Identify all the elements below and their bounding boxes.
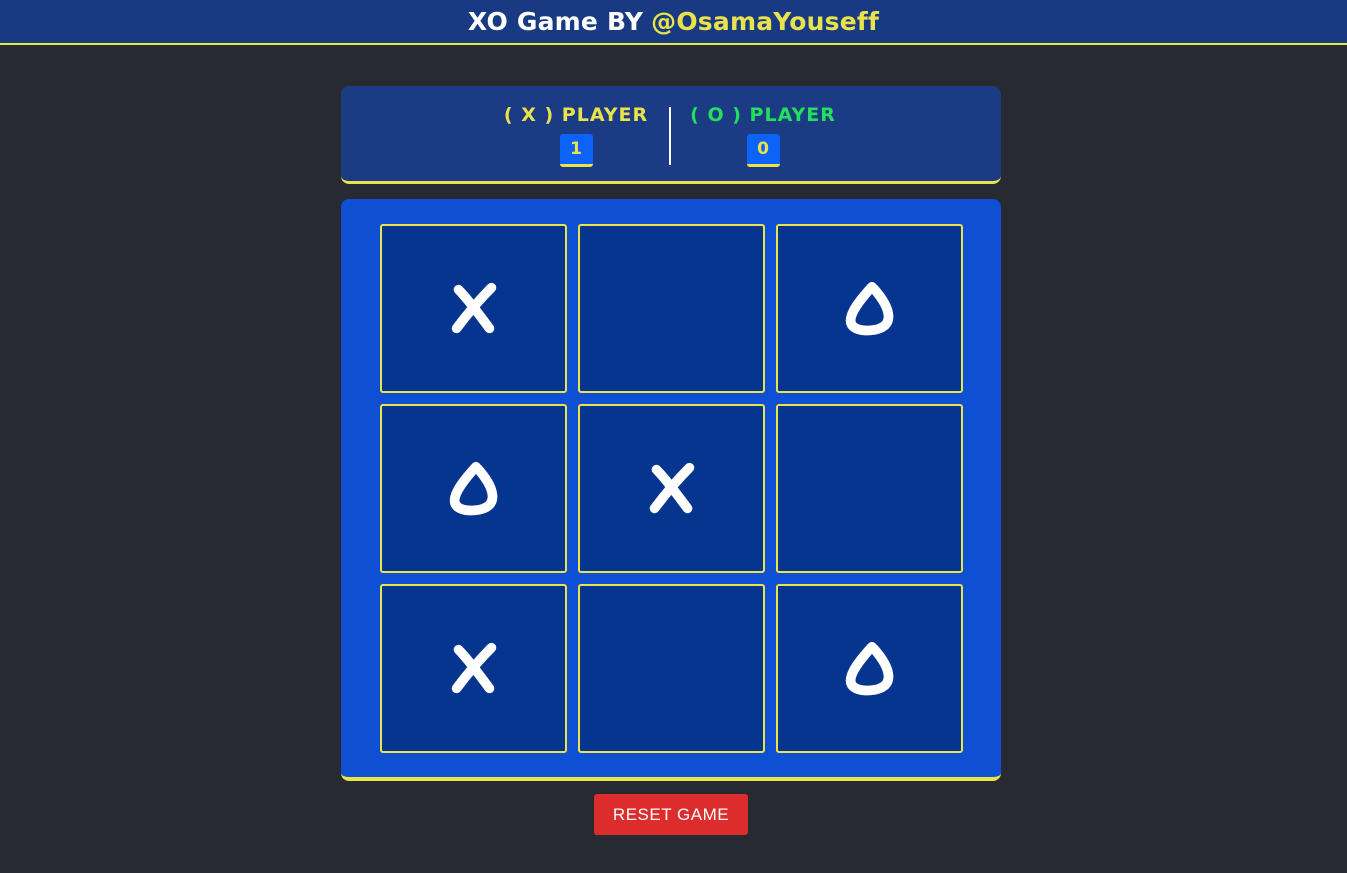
- board-cell-7[interactable]: [380, 584, 567, 753]
- board-cell-6[interactable]: [776, 404, 963, 573]
- o-player-label: ( O ) PLAYER: [690, 104, 836, 126]
- x-mark-icon: [649, 462, 694, 513]
- score-divider: [669, 107, 671, 165]
- board-cell-5[interactable]: [578, 404, 765, 573]
- board-cell-9[interactable]: [776, 584, 963, 753]
- score-panel: ( X ) PLAYER 1 ( O ) PLAYER 0: [341, 86, 1001, 184]
- o-score-value: 0: [746, 134, 780, 167]
- o-player-score: ( O ) PLAYER 0: [683, 104, 843, 167]
- game-board: [341, 199, 1001, 781]
- board-cell-3[interactable]: [776, 224, 963, 393]
- app-header: XO Game BY @OsamaYouseff: [0, 0, 1347, 45]
- board-cell-8[interactable]: [578, 584, 765, 753]
- o-mark-icon: [449, 461, 497, 515]
- x-mark-icon: [451, 282, 496, 333]
- x-mark-icon: [451, 642, 496, 693]
- board-cell-2[interactable]: [578, 224, 765, 393]
- board-cell-1[interactable]: [380, 224, 567, 393]
- author-handle: @OsamaYouseff: [651, 7, 880, 36]
- o-mark-icon: [845, 281, 893, 335]
- x-score-value: 1: [559, 134, 593, 167]
- x-player-label: ( X ) PLAYER: [503, 104, 649, 126]
- board-cell-4[interactable]: [380, 404, 567, 573]
- reset-game-button[interactable]: RESET GAME: [594, 794, 748, 835]
- x-player-score: ( X ) PLAYER 1: [496, 104, 656, 167]
- o-mark-icon: [845, 641, 893, 695]
- header-title: XO Game BY: [467, 7, 644, 36]
